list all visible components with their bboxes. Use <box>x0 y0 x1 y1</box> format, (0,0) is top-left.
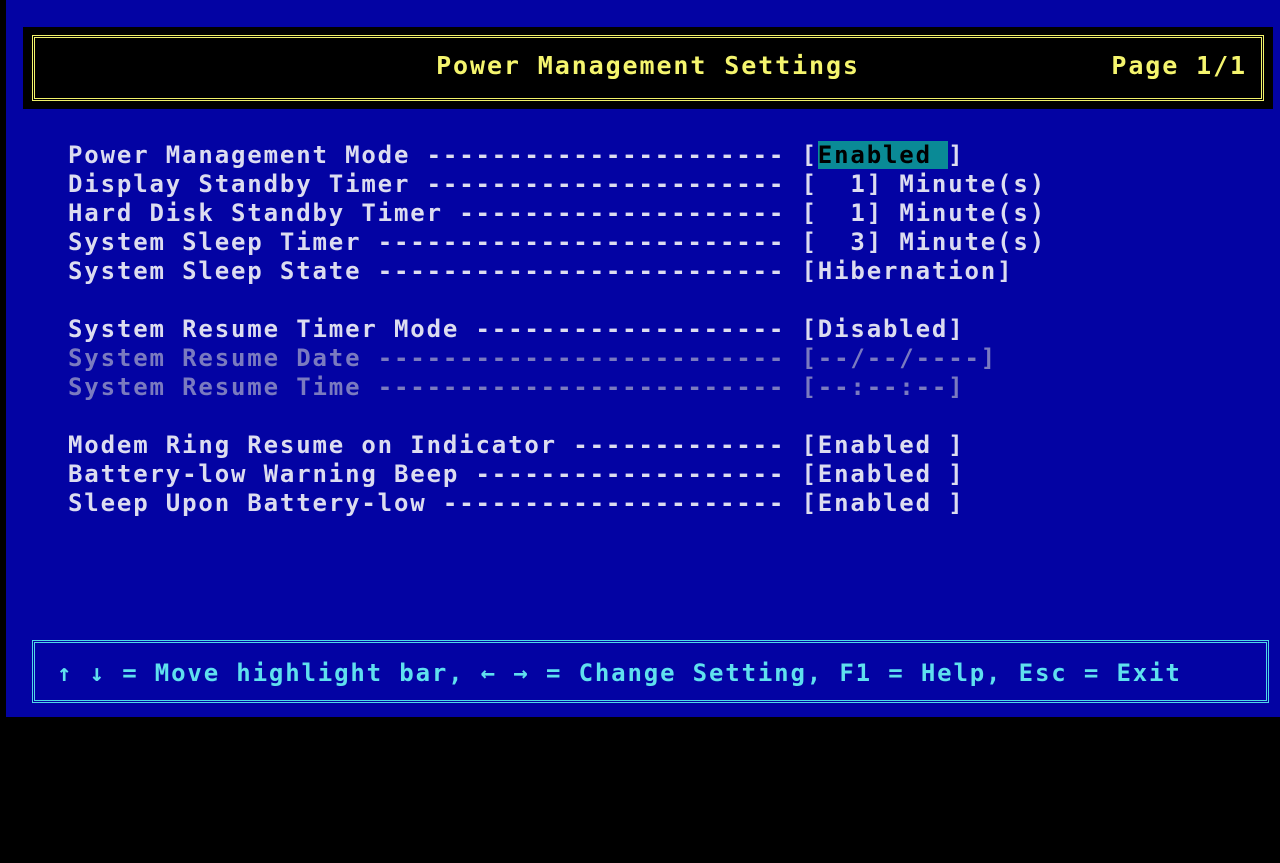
setting-system-sleep-state[interactable]: System Sleep State ---------------------… <box>68 257 1046 286</box>
setting-hard-disk-standby-timer[interactable]: Hard Disk Standby Timer ----------------… <box>68 199 1046 228</box>
setting-value[interactable]: Enabled <box>818 460 948 488</box>
setting-leader: ------------------------- <box>361 228 802 256</box>
bracket-open: [ <box>801 460 818 488</box>
setting-leader: ------------------- <box>459 315 802 343</box>
setting-unit: Minute(s) <box>883 199 1047 227</box>
bracket-close: ] <box>948 431 965 459</box>
setting-value[interactable]: Enabled <box>818 489 948 517</box>
bracket-close: ] <box>980 344 998 372</box>
setting-leader: --------------------- <box>426 489 802 517</box>
setting-value[interactable]: 1 <box>818 199 867 227</box>
setting-display-standby-timer[interactable]: Display Standby Timer ------------------… <box>68 170 1046 199</box>
setting-battery-low-warning-beep[interactable]: Battery-low Warning Beep ---------------… <box>68 460 1046 489</box>
setting-leader: ------------- <box>556 431 802 459</box>
setting-label: System Resume Timer Mode <box>68 315 460 343</box>
setting-leader: ---------------------- <box>410 141 802 169</box>
page-indicator: Page 1/1 <box>1111 51 1247 80</box>
setting-sleep-upon-battery-low[interactable]: Sleep Upon Battery-low -----------------… <box>68 489 1046 518</box>
setting-power-management-mode[interactable]: Power Management Mode ------------------… <box>68 141 1046 170</box>
setting-value[interactable]: Hibernation <box>818 257 997 285</box>
setting-value[interactable]: Enabled <box>818 431 948 459</box>
setting-value-selected[interactable]: Enabled <box>817 141 949 169</box>
setting-label: Battery-low Warning Beep <box>68 460 460 488</box>
page-title: Power Management Settings <box>436 51 860 80</box>
setting-leader: ------------------------- <box>361 257 802 285</box>
bracket-open: [ <box>801 257 818 285</box>
setting-leader: ------------------------- <box>361 373 802 401</box>
setting-value: --:--:-- <box>817 373 949 401</box>
bracket-close: ] <box>948 315 965 343</box>
setting-label: Modem Ring Resume on Indicator <box>68 431 557 459</box>
setting-modem-ring-resume[interactable]: Modem Ring Resume on Indicator ---------… <box>68 431 1046 460</box>
setting-leader: ------------------- <box>459 460 802 488</box>
bios-screen: Power Management Settings Page 1/1 Power… <box>6 0 1280 717</box>
setting-value[interactable]: 3 <box>818 228 867 256</box>
settings-list: Power Management Mode ------------------… <box>68 141 1046 518</box>
setting-label: Sleep Upon Battery-low <box>68 489 427 517</box>
bracket-open: [ <box>801 170 818 198</box>
bracket-close: ] <box>948 373 965 401</box>
setting-system-resume-time: System Resume Time ---------------------… <box>68 373 1046 402</box>
bracket-close: ] <box>997 257 1014 285</box>
setting-label: System Resume Date <box>68 344 362 372</box>
bracket-open: [ <box>801 141 818 169</box>
setting-label: Hard Disk Standby Timer <box>68 199 443 227</box>
bracket-open: [ <box>801 199 818 227</box>
bracket-close: ] <box>948 489 965 517</box>
setting-value[interactable]: 1 <box>818 170 867 198</box>
setting-label: System Resume Time <box>68 373 362 401</box>
bracket-open: [ <box>801 489 818 517</box>
setting-unit: Minute(s) <box>883 170 1047 198</box>
setting-leader: ---------------------- <box>410 170 802 198</box>
bracket-close: ] <box>866 170 884 198</box>
setting-system-resume-timer-mode[interactable]: System Resume Timer Mode ---------------… <box>68 315 1046 344</box>
setting-label: Power Management Mode <box>68 141 411 169</box>
bracket-close: ] <box>948 460 965 488</box>
setting-system-sleep-timer[interactable]: System Sleep Timer ---------------------… <box>68 228 1046 257</box>
bracket-open: [ <box>801 228 818 256</box>
setting-label: Display Standby Timer <box>68 170 411 198</box>
bracket-open: [ <box>801 431 818 459</box>
bracket-close: ] <box>866 228 884 256</box>
setting-unit: Minute(s) <box>883 228 1047 256</box>
setting-leader: -------------------- <box>442 199 802 227</box>
setting-leader: ------------------------- <box>361 344 802 372</box>
bracket-open: [ <box>801 373 818 401</box>
setting-value: --/--/---- <box>817 344 981 372</box>
key-help-text: ↑ ↓ = Move highlight bar, ← → = Change S… <box>57 659 1182 687</box>
setting-value[interactable]: Disabled <box>818 315 948 343</box>
setting-label: System Sleep Timer <box>68 228 362 256</box>
bracket-close: ] <box>948 141 965 169</box>
bracket-open: [ <box>801 315 818 343</box>
title-bar: Power Management Settings Page 1/1 <box>23 27 1273 109</box>
setting-label: System Sleep State <box>68 257 362 285</box>
help-footer: ↑ ↓ = Move highlight bar, ← → = Change S… <box>32 640 1269 703</box>
setting-system-resume-date: System Resume Date ---------------------… <box>68 344 1046 373</box>
bracket-close: ] <box>866 199 884 227</box>
bracket-open: [ <box>801 344 818 372</box>
